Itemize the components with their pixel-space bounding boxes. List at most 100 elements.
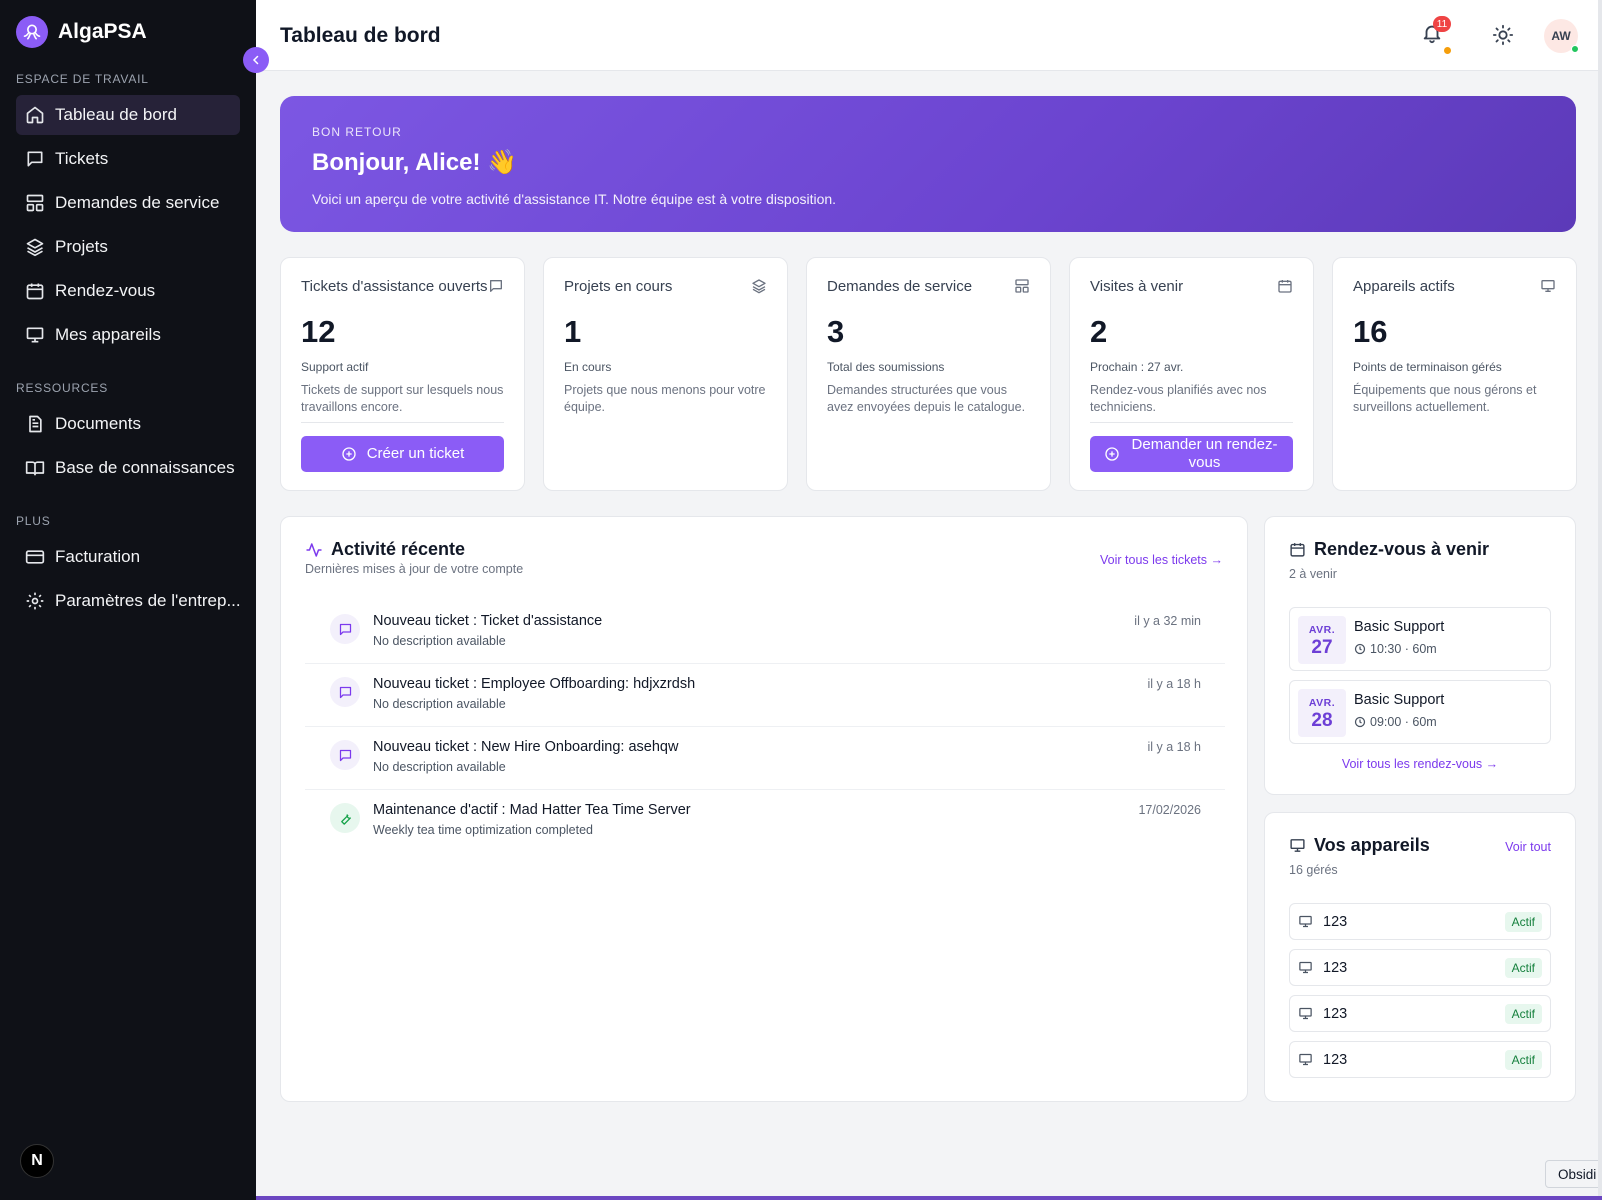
activity-description: No description available bbox=[373, 760, 506, 774]
layout-icon bbox=[1015, 279, 1029, 293]
sidebar-collapse-button[interactable] bbox=[243, 47, 269, 73]
divider bbox=[1090, 422, 1293, 423]
date-day: 28 bbox=[1311, 710, 1333, 731]
home-icon bbox=[26, 106, 44, 124]
sidebar-item-billing[interactable]: Facturation bbox=[16, 537, 240, 577]
dev-tools-badge[interactable]: N bbox=[20, 1144, 54, 1178]
stat-card-service-requests: Demandes de service 3 Total des soumissi… bbox=[806, 257, 1051, 491]
stat-description: Projets que nous menons pour votre équip… bbox=[564, 383, 766, 414]
device-item[interactable]: 123 Actif bbox=[1289, 995, 1551, 1032]
document-icon bbox=[29, 415, 42, 433]
theme-toggle-button[interactable] bbox=[1492, 24, 1514, 51]
message-icon bbox=[330, 740, 360, 770]
message-icon bbox=[490, 280, 502, 292]
activity-description: No description available bbox=[373, 634, 506, 648]
stat-subtitle: Support actif bbox=[301, 360, 369, 374]
stat-value: 16 bbox=[1353, 314, 1388, 349]
layout-icon bbox=[26, 194, 44, 212]
view-all-appointments-link[interactable]: Voir tous les rendez-vous → bbox=[1265, 757, 1575, 771]
sidebar: AlgaPSA ESPACE DE TRAVAIL Tableau de bor… bbox=[0, 0, 256, 1200]
sidebar-item-documents[interactable]: Documents bbox=[16, 404, 240, 444]
activity-item[interactable]: Nouveau ticket : Ticket d'assistance No … bbox=[305, 601, 1225, 664]
welcome-kicker: BON RETOUR bbox=[312, 125, 402, 139]
activity-time: il y a 18 h bbox=[1147, 677, 1201, 691]
activity-title: Nouveau ticket : Employee Offboarding: h… bbox=[373, 676, 696, 692]
stat-value: 1 bbox=[564, 314, 582, 349]
stat-value: 3 bbox=[827, 314, 845, 349]
clock-icon bbox=[1354, 643, 1366, 655]
device-name: 123 bbox=[1323, 1005, 1348, 1022]
appointment-title: Basic Support bbox=[1354, 692, 1445, 708]
device-item[interactable]: 123 Actif bbox=[1289, 1041, 1551, 1078]
sidebar-item-label: Projets bbox=[55, 237, 108, 256]
activity-item[interactable]: Maintenance d'actif : Mad Hatter Tea Tim… bbox=[305, 790, 1225, 853]
appointment-time-row: 09:00 · 60m bbox=[1354, 715, 1437, 729]
stat-title: Projets en cours bbox=[564, 278, 673, 295]
monitor-icon bbox=[1299, 915, 1312, 928]
activity-item[interactable]: Nouveau ticket : Employee Offboarding: h… bbox=[305, 664, 1225, 727]
sidebar-item-knowledge-base[interactable]: Base de connaissances bbox=[16, 448, 240, 488]
sidebar-item-company-settings[interactable]: Paramètres de l'entrep... bbox=[16, 581, 240, 621]
stat-subtitle: Total des soumissions bbox=[827, 360, 945, 374]
brand[interactable]: AlgaPSA bbox=[16, 16, 147, 48]
date-month: AVR. bbox=[1308, 697, 1336, 709]
appointment-time-row: 10:30 · 60m bbox=[1354, 642, 1437, 656]
calendar-icon bbox=[1278, 280, 1292, 293]
device-item[interactable]: 123 Actif bbox=[1289, 903, 1551, 940]
chevron-left-icon bbox=[252, 55, 259, 65]
stat-card-projects: Projets en cours 1 En cours Projets que … bbox=[543, 257, 788, 491]
gear-icon bbox=[26, 592, 44, 610]
wrench-icon bbox=[330, 803, 360, 833]
create-ticket-button[interactable]: Créer un ticket bbox=[301, 436, 504, 472]
your-devices-card: Vos appareils Voir tout 16 gérés 123 Act… bbox=[1264, 812, 1576, 1102]
card-title: Activité récente bbox=[331, 539, 466, 559]
date-day: 27 bbox=[1311, 637, 1333, 658]
monitor-icon bbox=[1299, 1007, 1312, 1020]
welcome-subtitle: Voici un aperçu de votre activité d'assi… bbox=[312, 191, 837, 207]
sun-icon bbox=[1492, 24, 1514, 46]
stat-description: Demandes structurées que vous avez envoy… bbox=[827, 383, 1026, 414]
stat-card-active-devices: Appareils actifs 16 Points de terminaiso… bbox=[1332, 257, 1577, 491]
stat-subtitle: Prochain : 27 avr. bbox=[1090, 360, 1184, 374]
obsidian-chip[interactable]: Obsidi bbox=[1545, 1160, 1602, 1188]
sidebar-item-projects[interactable]: Projets bbox=[16, 227, 240, 267]
status-badge: Actif bbox=[1504, 957, 1542, 978]
card-subtitle: Dernières mises à jour de votre compte bbox=[305, 562, 524, 576]
monitor-icon bbox=[26, 327, 44, 343]
octopus-logo-icon bbox=[16, 16, 48, 48]
sidebar-item-service-requests[interactable]: Demandes de service bbox=[16, 183, 240, 223]
sidebar-item-label: Documents bbox=[55, 414, 141, 433]
activity-item[interactable]: Nouveau ticket : New Hire Onboarding: as… bbox=[305, 727, 1225, 790]
view-all-tickets-link[interactable]: Voir tous les tickets → bbox=[1100, 553, 1223, 567]
plus-circle-icon bbox=[342, 447, 356, 461]
activity-time: il y a 18 h bbox=[1147, 740, 1201, 754]
online-status-dot bbox=[1571, 45, 1579, 53]
top-header: Tableau de bord 11 AW bbox=[256, 0, 1602, 71]
stat-subtitle: Points de terminaison gérés bbox=[1353, 360, 1502, 374]
request-appointment-button[interactable]: Demander un rendez-vous bbox=[1090, 436, 1293, 472]
calendar-icon bbox=[26, 283, 44, 300]
button-label: Demander un rendez-vous bbox=[1131, 436, 1278, 471]
device-name: 123 bbox=[1323, 913, 1348, 930]
appointment-item[interactable]: AVR. 27 Basic Support 10:30 · 60m bbox=[1289, 607, 1551, 671]
appointment-count: 2 à venir bbox=[1289, 567, 1337, 581]
window-edge bbox=[1598, 0, 1602, 1200]
activity-time: 17/02/2026 bbox=[1138, 803, 1201, 817]
appointment-item[interactable]: AVR. 28 Basic Support 09:00 · 60m bbox=[1289, 680, 1551, 744]
sidebar-item-tickets[interactable]: Tickets bbox=[16, 139, 240, 179]
stat-card-open-tickets: Tickets d'assistance ouverts 12 Support … bbox=[280, 257, 525, 491]
status-badge: Actif bbox=[1504, 911, 1542, 932]
sidebar-item-label: Mes appareils bbox=[55, 325, 161, 344]
view-all-devices-link[interactable]: Voir tout bbox=[1505, 840, 1551, 854]
stat-description: Tickets de support sur lesquels nous tra… bbox=[301, 383, 504, 414]
activity-time: il y a 32 min bbox=[1134, 614, 1201, 628]
sidebar-item-dashboard[interactable]: Tableau de bord bbox=[16, 95, 240, 135]
monitor-icon bbox=[1541, 280, 1555, 292]
date-month: AVR. bbox=[1308, 624, 1336, 636]
stat-value: 2 bbox=[1090, 314, 1108, 349]
sidebar-item-devices[interactable]: Mes appareils bbox=[16, 315, 240, 355]
device-item[interactable]: 123 Actif bbox=[1289, 949, 1551, 986]
monitor-icon bbox=[1299, 1053, 1312, 1066]
monitor-icon bbox=[1290, 839, 1305, 852]
sidebar-item-appointments[interactable]: Rendez-vous bbox=[16, 271, 240, 311]
